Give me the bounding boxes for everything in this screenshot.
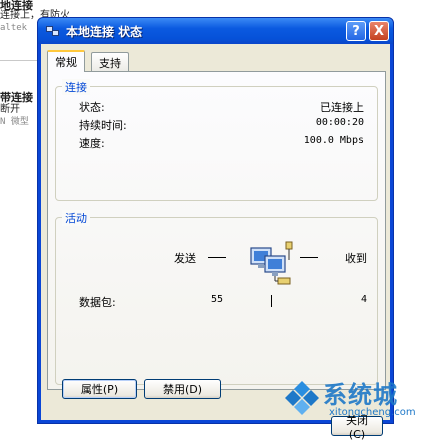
status-row: 状态: 已连接上	[79, 99, 364, 114]
dialog-client-area: 常规 支持 连接 状态: 已连接上 持续时间: 00:00:20 速度: 100…	[41, 44, 390, 441]
tab-general[interactable]: 常规	[47, 50, 85, 72]
received-line	[300, 257, 318, 258]
speed-value: 100.0 Mbps	[303, 135, 364, 146]
bg-window-text: 带连接	[0, 91, 33, 104]
network-connection-icon	[46, 24, 60, 38]
status-dialog: 本地连接 状态 ? X 常规 支持 连接 状态: 已连接上 持续时间: 00:0…	[37, 17, 394, 441]
sent-label: 发送	[174, 252, 196, 265]
dialog-title: 本地连接 状态	[66, 24, 143, 39]
help-button[interactable]: ?	[346, 21, 366, 41]
bg-window-text: 断开	[0, 104, 20, 115]
status-label: 状态:	[79, 101, 105, 114]
speed-label: 速度:	[79, 137, 105, 150]
bg-window-text: altek	[0, 23, 28, 33]
disable-button[interactable]: 禁用(D)	[144, 379, 221, 399]
network-computers-icon	[250, 241, 293, 285]
duration-row: 持续时间: 00:00:20	[79, 117, 364, 132]
packets-label: 数据包:	[79, 296, 116, 309]
tab-support[interactable]: 支持	[91, 52, 129, 71]
duration-value: 00:00:20	[315, 117, 364, 128]
connection-group-title: 连接	[62, 79, 90, 95]
packets-sent-value: 55	[211, 294, 224, 305]
status-value: 已连接上	[320, 101, 364, 114]
packets-divider	[271, 295, 272, 307]
sent-line	[208, 257, 226, 258]
received-label: 收到	[345, 252, 367, 265]
speed-row: 速度: 100.0 Mbps	[79, 135, 364, 150]
watermark-logo-icon	[285, 381, 319, 415]
activity-group-title: 活动	[62, 210, 90, 226]
title-bar[interactable]: 本地连接 状态 ? X	[38, 18, 393, 44]
connection-group: 连接 状态: 已连接上 持续时间: 00:00:20 速度: 100.0 Mbp…	[55, 79, 378, 201]
duration-label: 持续时间:	[79, 119, 127, 132]
properties-button[interactable]: 属性(P)	[62, 379, 137, 399]
packets-received-value: 4	[361, 294, 368, 305]
close-window-button[interactable]: X	[369, 21, 389, 41]
close-icon: X	[373, 23, 385, 39]
question-icon: ?	[352, 23, 360, 39]
bg-window-text: N 微型	[0, 117, 29, 127]
watermark-text: 系统城	[323, 381, 398, 409]
tab-panel-general: 连接 状态: 已连接上 持续时间: 00:00:20 速度: 100.0 Mbp…	[47, 71, 386, 390]
watermark: 系统城 xitongcheng.com	[283, 377, 435, 425]
activity-group: 活动 发送 收到 数据包: 55 4	[55, 210, 378, 385]
bg-divider	[0, 60, 40, 61]
watermark-url: xitongcheng.com	[329, 407, 416, 418]
